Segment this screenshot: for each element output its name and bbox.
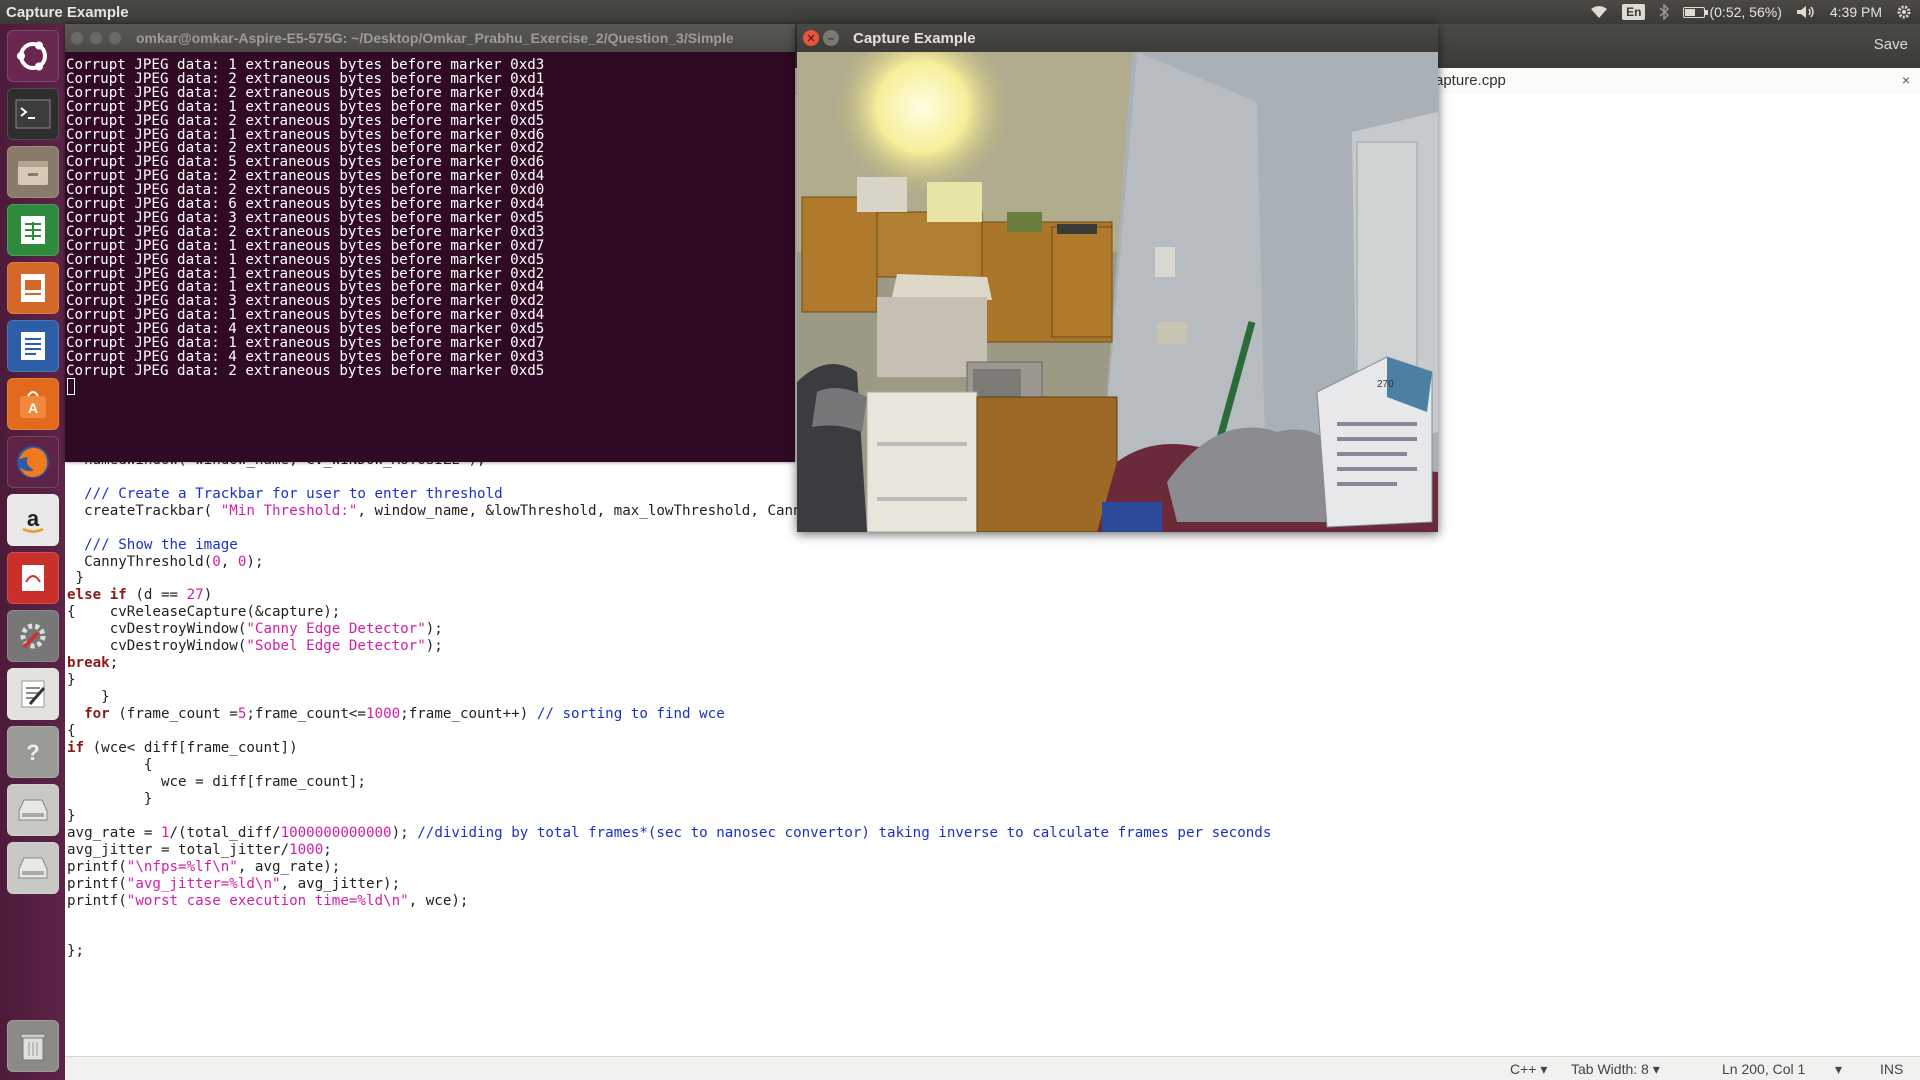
code-line: cvDestroyWindow("Canny Edge Detector"); xyxy=(67,621,443,638)
chevron-down-icon: ▾ xyxy=(1540,1061,1548,1077)
battery-indicator[interactable]: (0:52, 56%) xyxy=(1683,4,1782,20)
code-line: for (frame_count =5;frame_count<=1000;fr… xyxy=(84,706,725,723)
keyboard-language-indicator[interactable]: En xyxy=(1622,4,1646,20)
code-line: } xyxy=(67,570,85,587)
close-icon[interactable] xyxy=(70,31,84,45)
save-button[interactable]: Save xyxy=(1874,36,1908,53)
capture-titlebar[interactable]: ✕ – Capture Example xyxy=(797,24,1438,52)
terminal-cursor xyxy=(67,377,75,395)
maximize-icon[interactable] xyxy=(108,31,122,45)
terminal-title: omkar@omkar-Aspire-E5-575G: ~/Desktop/Om… xyxy=(136,30,734,46)
bluetooth-icon[interactable] xyxy=(1659,4,1670,20)
status-bar: C++ ▾ Tab Width: 8 ▾ Ln 200, Col 1 ▾ INS xyxy=(65,1056,1920,1080)
code-line: }; xyxy=(67,943,85,960)
code-line: } xyxy=(67,807,76,824)
chevron-down-icon: ▾ xyxy=(1652,1061,1660,1077)
presentation-icon[interactable] xyxy=(6,262,59,314)
wifi-icon[interactable] xyxy=(1590,5,1608,19)
terminal-output[interactable]: Corrupt JPEG data: 1 extraneous bytes be… xyxy=(65,52,795,462)
tab-width-label: Tab Width: 8 xyxy=(1571,1061,1649,1077)
code-line: /// Create a Trackbar for user to enter … xyxy=(84,485,503,502)
software-center-icon[interactable]: A xyxy=(6,378,59,430)
capture-window-title: Capture Example xyxy=(853,29,976,47)
launcher: A a ? xyxy=(0,24,65,1080)
minimize-icon[interactable]: – xyxy=(823,30,839,46)
close-icon[interactable]: ✕ xyxy=(803,30,819,46)
code-line: else if (d == 27) xyxy=(67,587,213,604)
system-settings-icon[interactable] xyxy=(6,610,59,662)
volume-icon[interactable] xyxy=(1796,5,1816,19)
disk-drive-icon[interactable] xyxy=(6,784,59,836)
code-line: cvDestroyWindow("Sobel Edge Detector"); xyxy=(67,638,443,655)
minimize-icon[interactable] xyxy=(89,31,103,45)
cursor-position-label: Ln 200, Col 1 xyxy=(1722,1061,1806,1077)
document-viewer-icon[interactable] xyxy=(6,552,59,604)
terminal-line: Corrupt JPEG data: 2 extraneous bytes be… xyxy=(66,362,545,379)
code-line: printf("worst case execution time=%ld\n"… xyxy=(67,892,469,909)
svg-text:?: ? xyxy=(26,740,39,765)
text-editor-icon[interactable] xyxy=(6,668,59,720)
firefox-icon[interactable] xyxy=(6,436,59,488)
indicator-area: En (0:52, 56%) 4:39 PM xyxy=(1590,4,1920,20)
language-selector[interactable]: C++ ▾ xyxy=(1510,1061,1547,1078)
chevron-down-icon[interactable]: ▾ xyxy=(1835,1061,1842,1078)
camera-image: 270 xyxy=(797,52,1438,532)
tab-capture-cpp[interactable]: apture.cpp × xyxy=(1435,68,1920,94)
code-line: { cvReleaseCapture(&capture); xyxy=(67,604,341,621)
help-icon[interactable]: ? xyxy=(6,726,59,778)
svg-text:a: a xyxy=(26,506,39,531)
ubuntu-dash-icon[interactable] xyxy=(6,30,59,82)
terminal-titlebar[interactable]: omkar@omkar-Aspire-E5-575G: ~/Desktop/Om… xyxy=(65,24,795,52)
code-line: if (wce< diff[frame_count]) xyxy=(67,739,298,756)
trash-icon[interactable] xyxy=(6,1020,59,1072)
code-line: } xyxy=(67,672,76,689)
code-line: { xyxy=(67,756,153,773)
tab-width-selector[interactable]: Tab Width: 8 ▾ xyxy=(1571,1061,1660,1078)
code-line: /// Show the image xyxy=(84,536,238,553)
cursor-position[interactable]: Ln 200, Col 1 xyxy=(1722,1061,1805,1077)
code-line: printf("avg_jitter=%ld\n", avg_jitter); xyxy=(67,875,401,892)
files-icon[interactable] xyxy=(6,146,59,198)
code-line: wce = diff[frame_count]; xyxy=(67,773,366,790)
tab-label: apture.cpp xyxy=(1435,72,1506,89)
box-label: 270 xyxy=(1377,379,1394,390)
gear-icon[interactable] xyxy=(1896,4,1912,20)
code-line: break; xyxy=(67,655,119,672)
code-line: } xyxy=(67,689,110,706)
top-panel: Capture Example En (0:52, 56%) 4:39 PM xyxy=(0,0,1920,24)
camera-frame: 270 xyxy=(797,52,1438,532)
battery-icon xyxy=(1683,6,1709,18)
code-line: { xyxy=(67,723,76,739)
spreadsheet-icon[interactable] xyxy=(6,204,59,256)
code-line: } xyxy=(67,790,153,807)
code-line: CannyThreshold(0, 0); xyxy=(67,553,264,570)
insert-mode[interactable]: INS xyxy=(1880,1061,1903,1077)
close-tab-icon[interactable]: × xyxy=(1902,72,1910,88)
svg-text:A: A xyxy=(27,400,37,416)
code-line: printf("\nfps=%lf\n", avg_rate); xyxy=(67,858,341,875)
battery-text: (0:52, 56%) xyxy=(1709,4,1782,20)
code-line: avg_rate = 1/(total_diff/1000000000000);… xyxy=(67,824,1272,841)
amazon-icon[interactable]: a xyxy=(6,494,59,546)
active-app-title: Capture Example xyxy=(6,3,129,21)
writer-icon[interactable] xyxy=(6,320,59,372)
language-label: C++ xyxy=(1510,1061,1537,1077)
code-line: createTrackbar( "Min Threshold:", window… xyxy=(67,502,913,519)
code-line: avg_jitter = total_jitter/1000; xyxy=(67,841,332,858)
terminal-window[interactable]: omkar@omkar-Aspire-E5-575G: ~/Desktop/Om… xyxy=(65,24,795,462)
terminal-icon[interactable] xyxy=(6,88,59,140)
disk-drive-icon[interactable] xyxy=(6,842,59,894)
capture-window[interactable]: ✕ – Capture Example 270 xyxy=(797,24,1438,532)
clock[interactable]: 4:39 PM xyxy=(1830,4,1882,20)
